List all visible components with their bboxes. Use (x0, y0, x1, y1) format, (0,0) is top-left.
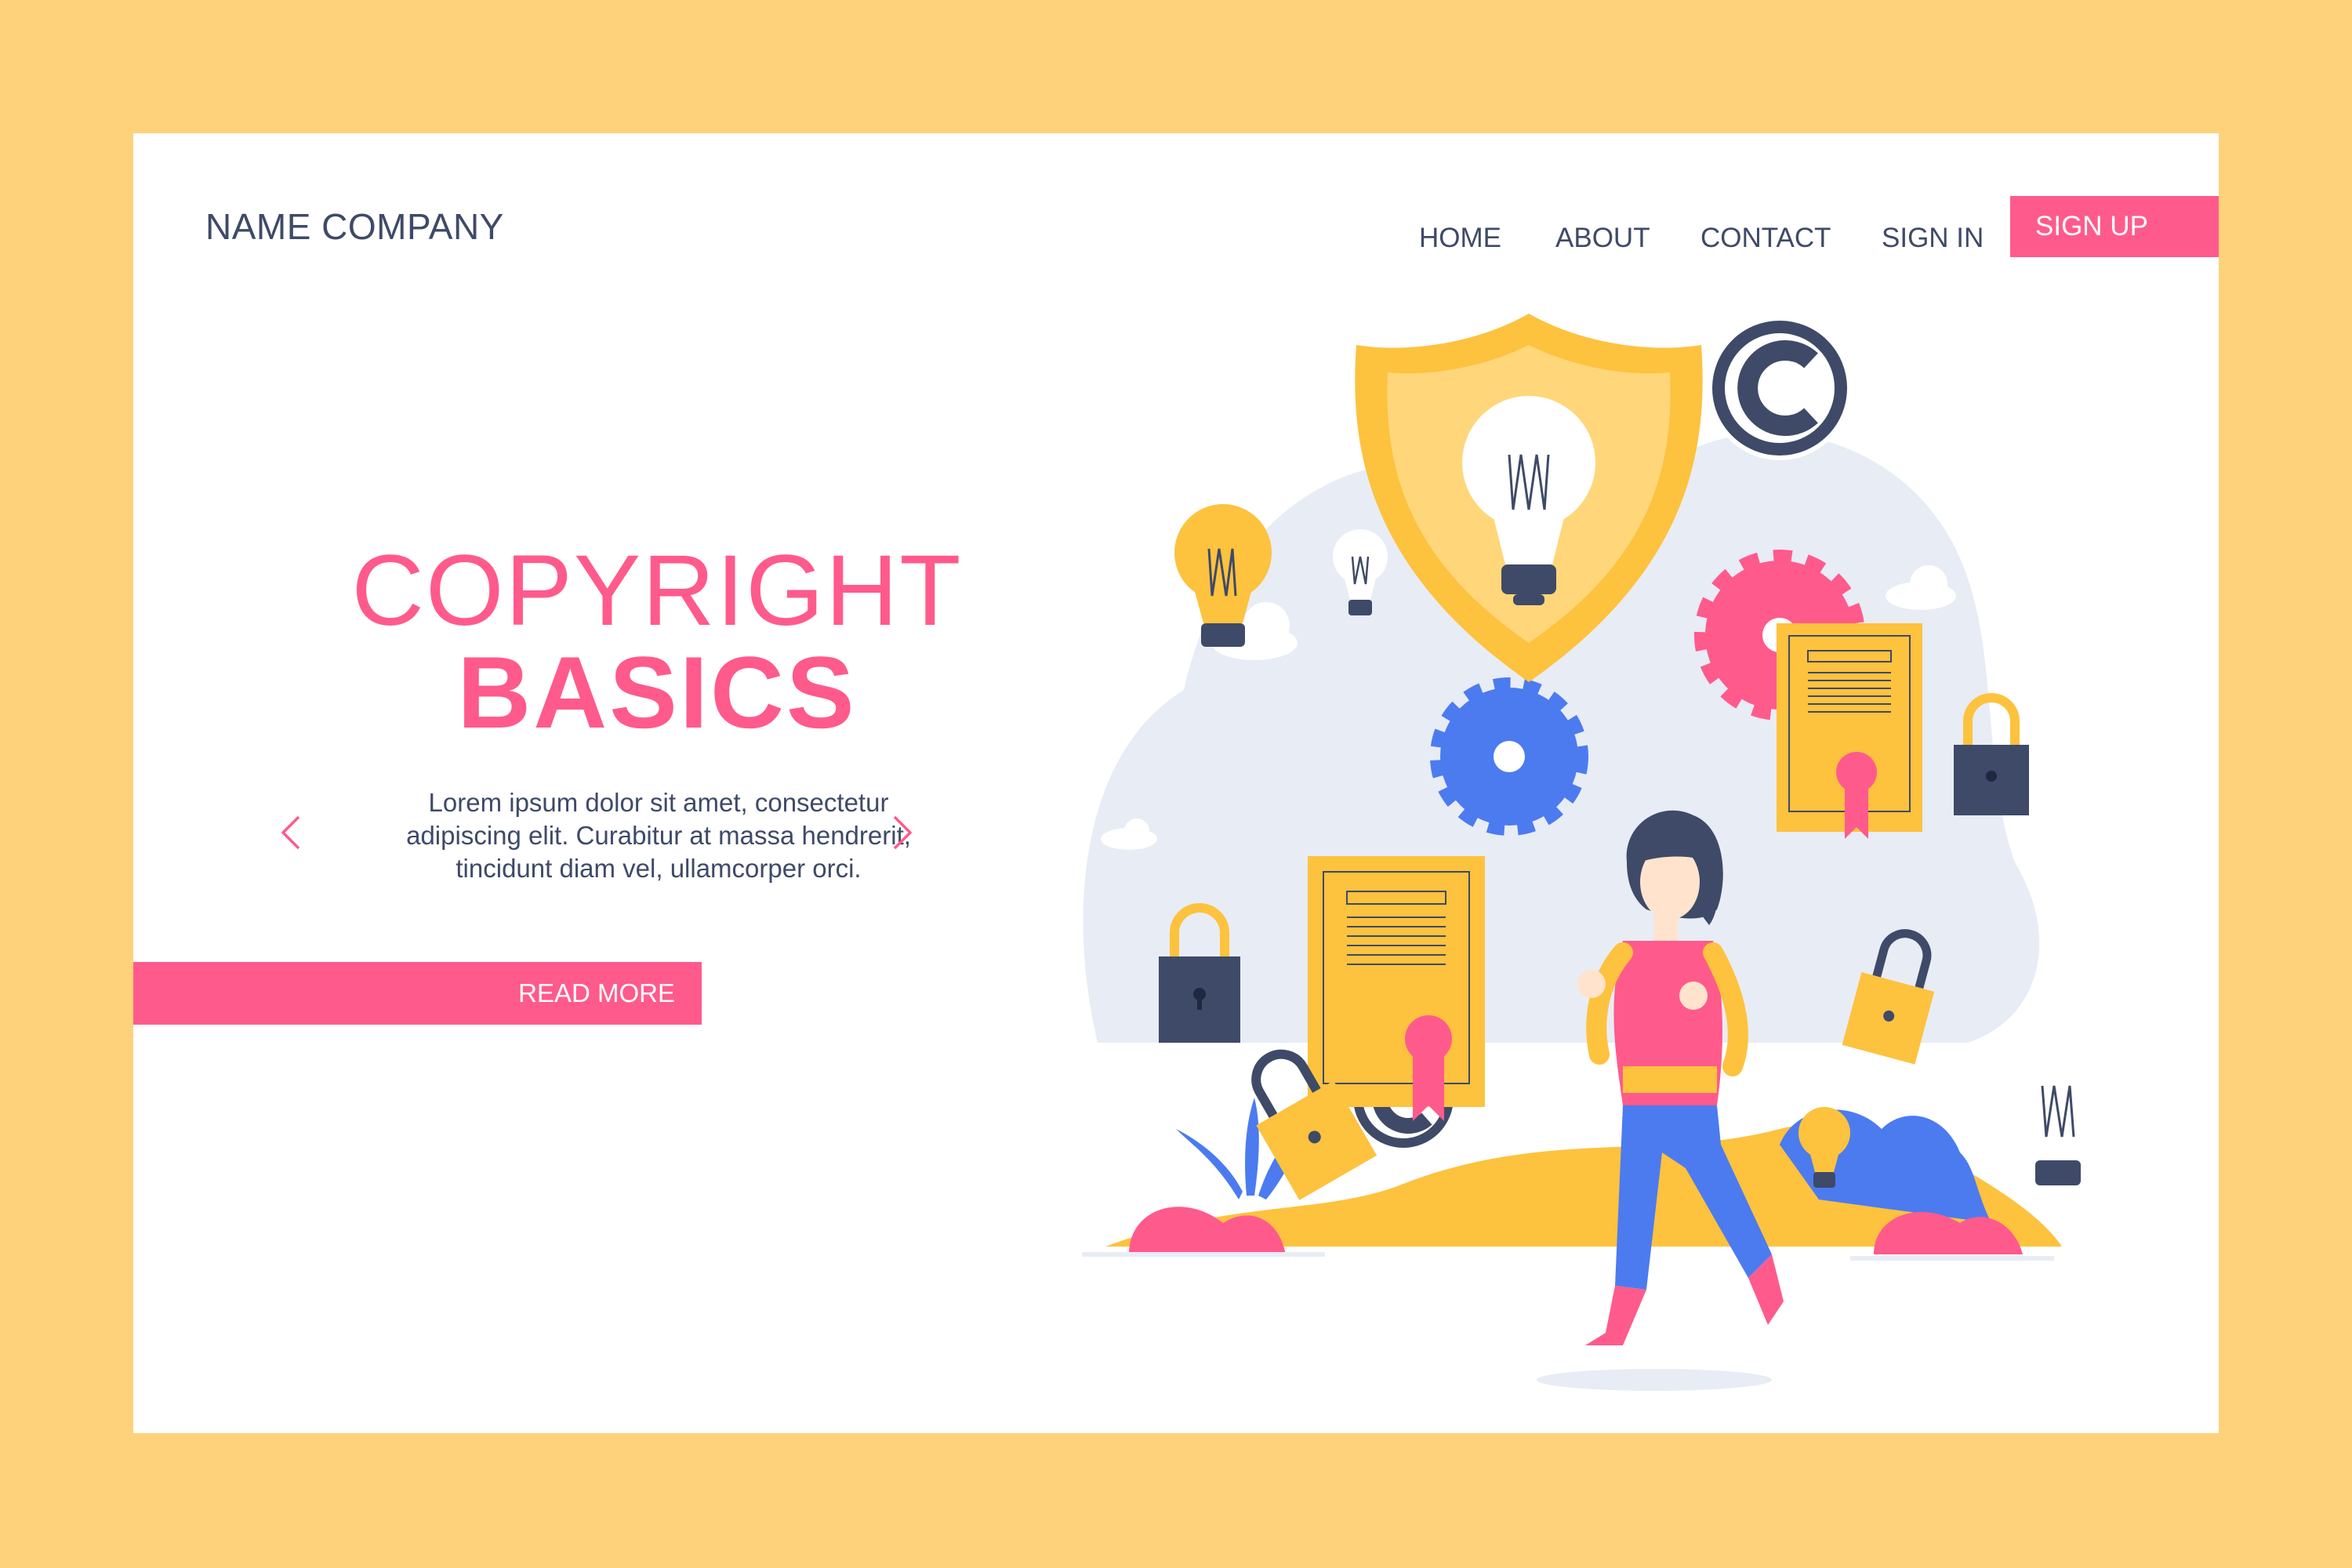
chevron-left-icon[interactable] (277, 814, 305, 851)
copyright-icon (1708, 316, 1852, 460)
read-more-button[interactable]: READ MORE (133, 962, 702, 1025)
chevron-right-icon[interactable] (888, 814, 916, 851)
nav-about[interactable]: ABOUT (1555, 223, 1650, 254)
landing-page: NAME COMPANY HOME ABOUT CONTACT SIGN IN … (133, 133, 2219, 1433)
description-line: tincidunt diam vel, ullamcorper orci. (456, 854, 862, 883)
padlock-icon (1954, 693, 2029, 815)
sign-up-button[interactable]: SIGN UP (2010, 196, 2219, 257)
lightbulb-icon (2011, 1043, 2105, 1185)
nav-sign-in[interactable]: SIGN IN (1882, 223, 1984, 254)
certificate-icon (1308, 856, 1485, 1121)
nav-home[interactable]: HOME (1419, 223, 1501, 254)
nav-contact[interactable]: CONTACT (1700, 223, 1831, 254)
top-navigation: HOME ABOUT CONTACT SIGN IN (133, 213, 2219, 260)
certificate-icon (1777, 623, 1922, 839)
gear-icon (1430, 677, 1588, 836)
copyright-illustration (1082, 314, 2105, 1391)
